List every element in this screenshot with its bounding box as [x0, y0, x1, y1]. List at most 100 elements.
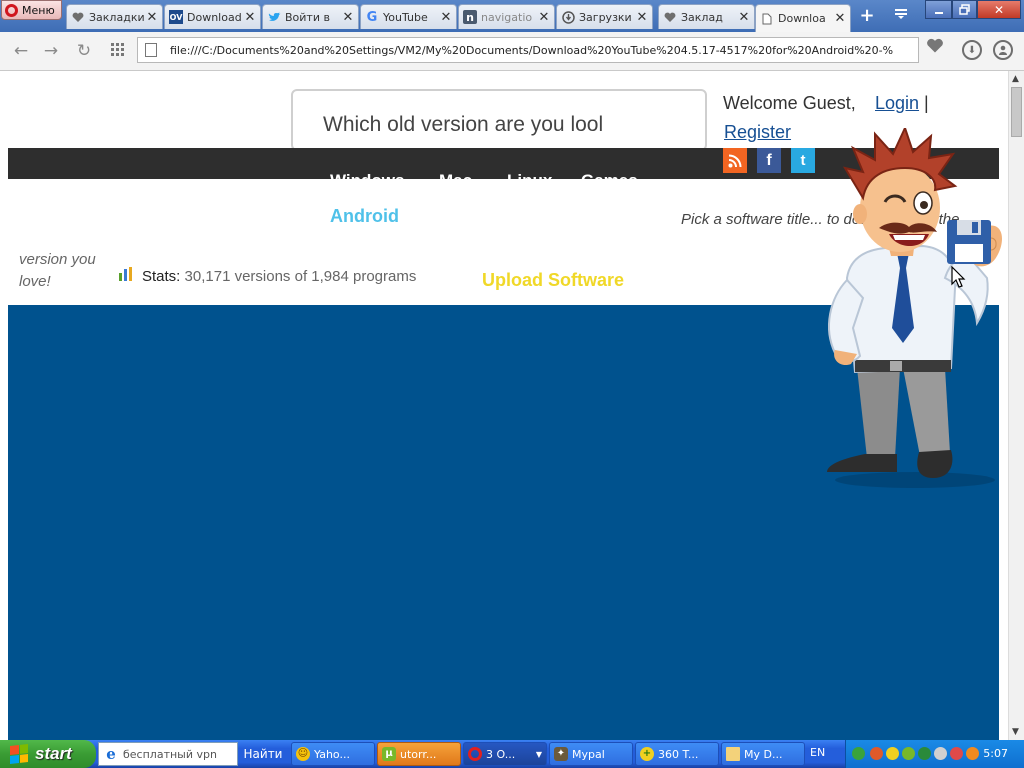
window-minimize-icon[interactable]	[925, 0, 952, 19]
separator: |	[924, 93, 929, 113]
stats-label: Stats:	[142, 267, 181, 285]
browser-tab-strip: Меню Закладки ✕ OV Download ✕ Войти в ✕ …	[0, 0, 1024, 32]
taskbar-item-utorrent[interactable]: µ utorr...	[377, 742, 461, 766]
scroll-up-arrow-icon[interactable]: ▲	[1012, 74, 1019, 84]
scroll-down-arrow-icon[interactable]: ▼	[1012, 727, 1019, 737]
twitter-bird-icon	[267, 10, 281, 24]
taskbar-search-box[interactable]: e	[98, 742, 238, 766]
nav-item-linux[interactable]: Linux	[507, 171, 552, 179]
tab-close-icon[interactable]: ✕	[146, 10, 158, 25]
taskbar-item-label: 360 T...	[658, 747, 699, 761]
tab-label: Закладки	[89, 10, 144, 24]
bookmark-heart-icon[interactable]	[923, 38, 947, 64]
start-label: start	[35, 744, 72, 763]
taskbar-find-button[interactable]: Найти	[241, 744, 285, 764]
window-restore-icon[interactable]	[952, 0, 977, 19]
login-link[interactable]: Login	[875, 93, 919, 114]
tab-twitter-login[interactable]: Войти в ✕	[262, 4, 359, 29]
tab-downloads[interactable]: Загрузки ✕	[556, 4, 653, 29]
tab-close-icon[interactable]: ✕	[834, 11, 846, 26]
tab-list-menu-icon[interactable]	[890, 6, 912, 26]
taskbar-item-mypal[interactable]: ✦ Mypal	[549, 742, 633, 766]
android-link[interactable]: Android	[330, 206, 399, 227]
browser-navigation-bar: ← → ↻ file:///C:/Documents%20and%20Setti…	[0, 32, 1024, 71]
utorrent-tray-icon[interactable]	[902, 747, 915, 760]
tab-bookmarks-2[interactable]: Заклад ✕	[658, 4, 755, 29]
heart-icon	[663, 10, 677, 24]
search-tray-icon[interactable]	[966, 747, 979, 760]
antivirus-tray-icon[interactable]	[950, 747, 963, 760]
tab-close-icon[interactable]: ✕	[636, 10, 648, 25]
tab-label: YouTube	[383, 10, 428, 24]
mouse-cursor-icon	[951, 266, 966, 288]
search-input[interactable]	[323, 113, 703, 137]
taskbar-item-label: Yaho...	[314, 747, 350, 761]
start-button[interactable]: start	[0, 740, 96, 768]
tab-label: Download	[187, 10, 242, 24]
stats-value: 30,171 versions of 1,984 programs	[184, 267, 417, 285]
nav-item-games[interactable]: Games	[581, 171, 638, 179]
update-tray-icon[interactable]	[918, 747, 931, 760]
forward-arrow-icon[interactable]: →	[40, 40, 62, 62]
taskbar-item-label: utorr...	[400, 747, 437, 761]
taskbar-item-my-documents[interactable]: My D...	[721, 742, 805, 766]
windows-flag-icon	[10, 744, 28, 764]
register-link[interactable]: Register	[724, 122, 791, 143]
page-icon	[145, 43, 157, 57]
tab-download-active[interactable]: Downloa ✕	[755, 4, 851, 32]
back-arrow-icon[interactable]: ←	[10, 40, 32, 62]
opera-tray-icon[interactable]	[870, 747, 883, 760]
rss-icon[interactable]	[723, 148, 747, 173]
tab-close-icon[interactable]: ✕	[244, 10, 256, 25]
taskbar-item-label: 3 O...	[486, 747, 516, 761]
nav-item-windows[interactable]: Windows	[330, 171, 404, 179]
address-bar[interactable]: file:///C:/Documents%20and%20Settings/VM…	[137, 37, 919, 63]
tab-download-ov[interactable]: OV Download ✕	[164, 4, 261, 29]
network-icon[interactable]	[852, 747, 865, 760]
google-g-icon: G	[366, 9, 378, 25]
account-icon[interactable]	[993, 40, 1013, 60]
language-indicator[interactable]: EN	[810, 746, 825, 759]
cartoon-mascot-illustration	[827, 128, 1002, 488]
opera-icon	[468, 747, 482, 761]
reload-icon[interactable]: ↻	[73, 40, 95, 62]
windows-taskbar: start e Найти ☺ Yaho... µ utorr... 3 O..…	[0, 740, 1024, 768]
upload-software-link[interactable]: Upload Software	[482, 270, 624, 291]
opera-logo-icon	[5, 3, 18, 17]
taskbar-item-360[interactable]: + 360 T...	[635, 742, 719, 766]
nav-item-mac[interactable]: Mac	[439, 171, 472, 179]
facebook-icon[interactable]: f	[757, 148, 781, 173]
tagline-text: version you love!	[19, 251, 96, 290]
tab-close-icon[interactable]: ✕	[538, 10, 550, 25]
tab-bookmarks-1[interactable]: Закладки ✕	[66, 4, 163, 29]
tab-label: Загрузки	[579, 10, 632, 24]
bar-chart-icon	[118, 267, 134, 285]
window-close-icon[interactable]: ✕	[977, 0, 1021, 19]
yahoo-smiley-icon: ☺	[296, 747, 310, 761]
taskbar-item-opera-group[interactable]: 3 O... ▼	[463, 742, 547, 766]
search-box[interactable]	[291, 89, 707, 151]
taskbar-item-label: My D...	[744, 747, 783, 761]
security-tray-icon[interactable]	[886, 747, 899, 760]
tab-close-icon[interactable]: ✕	[342, 10, 354, 25]
360-total-security-icon: +	[640, 747, 654, 761]
system-tray: 5:07	[845, 740, 1024, 768]
n-logo-icon: n	[463, 10, 477, 24]
tab-close-icon[interactable]: ✕	[440, 10, 452, 25]
tab-label: navigatio	[481, 10, 533, 24]
tab-navigation[interactable]: n navigatio ✕	[458, 4, 555, 29]
internet-explorer-icon: e	[106, 745, 116, 763]
speed-dial-grid-icon[interactable]	[106, 40, 128, 62]
opera-menu-button[interactable]: Меню	[1, 0, 62, 20]
welcome-text: Welcome Guest,	[723, 93, 856, 113]
downloads-icon[interactable]: ⬇	[962, 40, 982, 60]
taskbar-search-input[interactable]	[123, 747, 233, 761]
tab-label: Downloa	[778, 12, 826, 25]
tab-close-icon[interactable]: ✕	[738, 10, 750, 25]
opera-menu-label: Меню	[22, 3, 55, 17]
new-tab-plus-icon[interactable]: +	[856, 6, 878, 26]
taskbar-item-yahoo[interactable]: ☺ Yaho...	[291, 742, 375, 766]
volume-tray-icon[interactable]	[934, 747, 947, 760]
folder-icon	[726, 747, 740, 761]
tab-youtube[interactable]: G YouTube ✕	[360, 4, 457, 29]
